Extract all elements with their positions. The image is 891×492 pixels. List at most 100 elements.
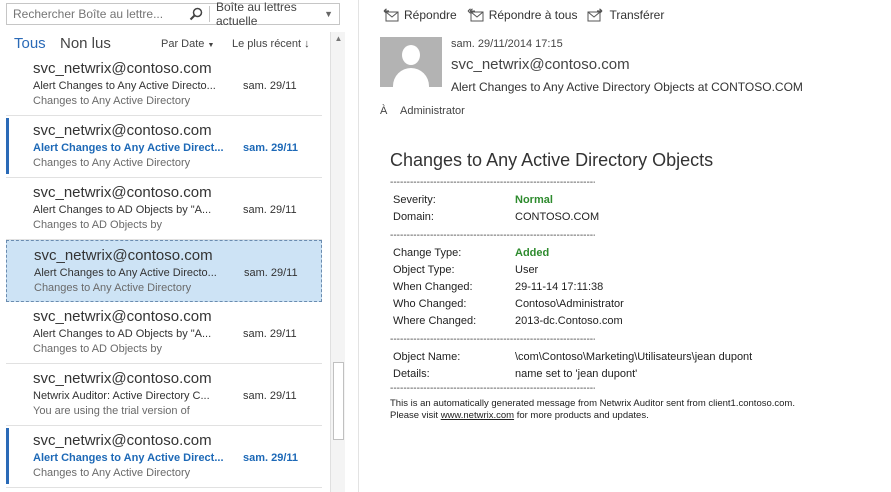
field-label: Where Changed: — [393, 315, 477, 327]
separator-line: ----------------------------------------… — [390, 383, 595, 394]
netwrix-link[interactable]: www.netwrix.com — [441, 410, 514, 421]
message-list-scrollbar[interactable]: ▲ — [330, 32, 345, 492]
message-item[interactable]: svc_netwrix@contoso.com Netwrix Auditor:… — [6, 364, 322, 426]
message-datetime: sam. 29/11/2014 17:15 — [451, 38, 563, 50]
filter-all-tab[interactable]: Tous — [14, 35, 46, 52]
report-title: Changes to Any Active Directory Objects — [390, 150, 714, 170]
message-date: sam. 29/11 — [243, 328, 297, 340]
message-sender: svc_netwrix@contoso.com — [33, 432, 212, 449]
message-preview: Changes to Any Active Directory — [33, 157, 191, 169]
field-value: 29-11-14 17:11:38 — [515, 281, 604, 293]
message-date: sam. 29/11 — [243, 142, 299, 154]
separator-line: ----------------------------------------… — [390, 230, 595, 241]
message-date: sam. 29/11 — [243, 452, 299, 464]
separator-line: ----------------------------------------… — [390, 334, 595, 345]
search-separator — [209, 6, 210, 22]
message-subject: Alert Changes to Any Active Directo... — [34, 267, 217, 279]
field-value: User — [515, 264, 539, 276]
search-icon[interactable] — [189, 7, 203, 21]
unread-indicator — [6, 118, 9, 174]
sort-order-toggle[interactable]: Le plus récent ↓ — [232, 38, 310, 50]
message-subject: Alert Changes to AD Objects by "A... — [33, 328, 212, 340]
message-sender: svc_netwrix@contoso.com — [33, 370, 212, 387]
message-item[interactable]: svc_netwrix@contoso.com Alert Changes to… — [6, 178, 322, 240]
footer-line: Please visit www.netwrix.com for more pr… — [390, 410, 870, 422]
unread-indicator — [6, 428, 9, 484]
field-value: 2013-dc.Contoso.com — [515, 315, 623, 327]
message-sender: svc_netwrix@contoso.com — [33, 122, 212, 139]
scroll-up-icon[interactable]: ▲ — [331, 32, 346, 46]
field-value: CONTOSO.COM — [515, 211, 600, 223]
message-item[interactable]: svc_netwrix@contoso.com Alert Changes to… — [6, 240, 322, 302]
field-label: Object Name: — [393, 351, 461, 363]
field-object-type: Object Type: User — [390, 262, 870, 279]
message-preview: Changes to Any Active Directory — [33, 95, 191, 107]
forward-button[interactable]: Transférer — [587, 8, 664, 22]
message-list: svc_netwrix@contoso.com Alert Changes to… — [0, 54, 324, 492]
message-item[interactable]: svc_netwrix@contoso.com Alert Changes to… — [6, 116, 322, 178]
field-domain: Domain: CONTOSO.COM — [390, 209, 870, 226]
reply-all-button[interactable]: Répondre à tous — [467, 8, 577, 22]
search-scope-label: Boîte au lettres actuelle — [216, 0, 297, 28]
message-item[interactable]: svc_netwrix@contoso.com Alert Changes to… — [6, 54, 322, 116]
message-date: sam. 29/11 — [243, 80, 297, 92]
field-label: Details: — [393, 368, 430, 380]
forward-label: Transférer — [609, 8, 665, 22]
pane-divider[interactable] — [358, 0, 359, 492]
footer-text: for more products and updates. — [514, 410, 649, 421]
footer-line: This is an automatically generated messa… — [390, 398, 795, 409]
message-item[interactable]: svc_netwrix@contoso.com Alert Changes to… — [6, 302, 322, 364]
message-from[interactable]: svc_netwrix@contoso.com — [451, 56, 630, 73]
message-subject-header: Alert Changes to Any Active Directory Ob… — [451, 80, 803, 94]
message-list-pane: Boîte au lettres actuelle ▼ Tous Non lus… — [0, 0, 346, 492]
message-sender: svc_netwrix@contoso.com — [33, 60, 212, 77]
message-body: Changes to Any Active Directory Objects … — [390, 150, 870, 422]
message-subject: Alert Changes to Any Active Directo... — [33, 80, 216, 92]
message-preview: Changes to Any Active Directory — [33, 467, 191, 479]
field-label: Who Changed: — [393, 298, 467, 310]
message-sender: svc_netwrix@contoso.com — [33, 308, 212, 325]
message-item[interactable]: svc_netwrix@contoso.com Alert Changes to… — [6, 426, 322, 488]
footer-text: Please visit — [390, 410, 441, 421]
message-date: sam. 29/11 — [244, 267, 298, 279]
field-details: Details: name set to 'jean dupont' — [390, 366, 870, 383]
message-subject: Alert Changes to Any Active Direct... — [33, 142, 224, 154]
field-severity: Severity: Normal — [390, 192, 870, 209]
person-icon-body — [393, 68, 429, 87]
forward-icon — [587, 8, 604, 22]
chevron-down-icon: ▼ — [207, 42, 215, 49]
search-scope-dropdown[interactable]: Boîte au lettres actuelle ▼ — [216, 0, 339, 28]
reply-button[interactable]: Répondre — [382, 8, 457, 22]
message-preview: Changes to AD Objects by — [33, 343, 163, 355]
field-object-name: Object Name: \com\Contoso\Marketing\Util… — [390, 349, 870, 366]
message-sender: svc_netwrix@contoso.com — [33, 184, 212, 201]
field-value: \com\Contoso\Marketing\Utilisateurs\jean… — [515, 351, 753, 363]
field-label: Object Type: — [393, 264, 455, 276]
message-preview: You are using the trial version of — [33, 405, 190, 417]
sender-avatar — [380, 37, 442, 87]
recipient-label: À — [380, 105, 388, 117]
field-label: Change Type: — [393, 247, 462, 259]
field-change-type: Change Type: Added — [390, 245, 870, 262]
field-label: Domain: — [393, 211, 434, 223]
field-value: Contoso\Administrator — [515, 298, 624, 310]
person-icon-head — [402, 45, 420, 65]
search-bar: Boîte au lettres actuelle ▼ — [6, 0, 340, 28]
field-label: Severity: — [393, 194, 436, 206]
message-preview: Changes to Any Active Directory — [34, 282, 192, 294]
search-input[interactable] — [7, 4, 187, 24]
sort-by-dropdown[interactable]: Par Date ▼ — [161, 38, 214, 50]
filter-unread-tab[interactable]: Non lus — [60, 35, 111, 52]
sort-by-label: Par Date — [161, 38, 205, 50]
message-sender: svc_netwrix@contoso.com — [34, 247, 213, 264]
field-where-changed: Where Changed: 2013-dc.Contoso.com — [390, 313, 870, 330]
reading-toolbar: Répondre Répondre à tous Transférer — [382, 5, 674, 25]
message-subject: Netwrix Auditor: Active Directory C... — [33, 390, 210, 402]
field-value: Added — [515, 247, 550, 259]
recipient-name[interactable]: Administrator — [400, 105, 465, 117]
scrollbar-thumb[interactable] — [333, 362, 344, 440]
reply-icon — [382, 8, 399, 22]
filter-bar: Tous Non lus Par Date ▼ Le plus récent ↓ — [0, 30, 330, 56]
separator-line: ----------------------------------------… — [390, 177, 595, 188]
reply-label: Répondre — [404, 8, 457, 22]
